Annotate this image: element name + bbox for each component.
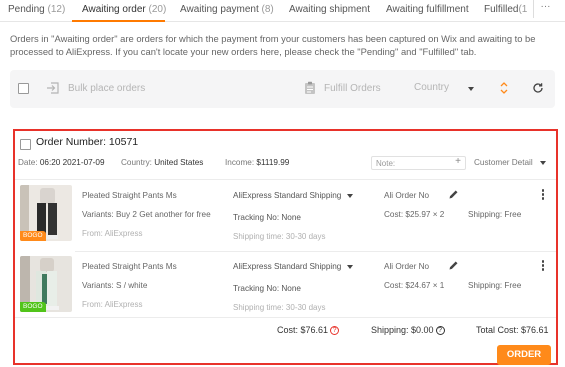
- bogo-badge: BOGO: [20, 302, 46, 312]
- item-cost: Cost: $24.67 × 1: [384, 281, 445, 290]
- sort-icon[interactable]: [500, 81, 508, 97]
- bulk-place-orders-button[interactable]: Bulk place orders: [68, 83, 145, 94]
- tabs-more-button[interactable]: ···: [533, 0, 557, 18]
- question-circle-icon[interactable]: ?: [330, 326, 340, 336]
- ali-order-number: Ali Order No: [384, 262, 430, 271]
- order-income: Income: $1119.99: [225, 158, 290, 167]
- tab-pending[interactable]: Pending (12): [8, 4, 65, 15]
- shipping-method-select[interactable]: AliExpress Standard Shipping: [233, 191, 354, 200]
- divider: [75, 251, 556, 252]
- customer-detail-dropdown[interactable]: Customer Detail: [474, 158, 546, 167]
- tab-fulfilled[interactable]: Fulfilled(1: [484, 4, 527, 15]
- info-description: Orders in "Awaiting order" are orders fo…: [10, 33, 536, 57]
- order-shipping-total: Shipping: $0.00?: [371, 325, 445, 336]
- tracking-number: Tracking No: None: [233, 284, 301, 293]
- clipboard-icon: [304, 81, 316, 98]
- tracking-number: Tracking No: None: [233, 213, 301, 222]
- more-vertical-icon[interactable]: [540, 189, 546, 202]
- product-name[interactable]: Pleated Straight Pants Ms: [82, 191, 177, 200]
- product-image: BOGO: [20, 185, 72, 241]
- chevron-down-icon: [347, 264, 354, 269]
- plus-icon[interactable]: +: [455, 156, 461, 167]
- tab-awaiting-shipment[interactable]: Awaiting shipment: [289, 4, 370, 15]
- item-shipping-fee: Shipping: Free: [468, 210, 522, 219]
- order-button[interactable]: ORDER: [497, 345, 551, 365]
- order-date: Date: 06:20 2021-07-09: [18, 158, 105, 167]
- order-number: Order Number: 10571: [36, 136, 139, 148]
- order-item: BOGO Pleated Straight Pants Ms Variants:…: [15, 185, 556, 253]
- order-checkbox[interactable]: [20, 139, 31, 150]
- country-select[interactable]: Country: [414, 82, 449, 93]
- tab-awaiting-fulfillment[interactable]: Awaiting fulfillment: [386, 4, 469, 15]
- product-variant: Variants: S / white: [82, 281, 148, 290]
- order-note-field[interactable]: Note: +: [371, 156, 466, 170]
- order-country: Country: United States: [121, 158, 204, 167]
- order-card: Order Number: 10571 Date: 06:20 2021-07-…: [13, 129, 558, 365]
- pencil-icon[interactable]: [448, 260, 459, 273]
- bulk-toolbar: Bulk place orders Fulfill Orders Country: [10, 70, 555, 108]
- tab-awaiting-order[interactable]: Awaiting order (20): [82, 4, 166, 15]
- pencil-icon[interactable]: [448, 189, 459, 202]
- divider: [15, 179, 556, 180]
- order-item: BOGO Pleated Straight Pants Ms Variants:…: [15, 256, 556, 324]
- order-cost-total: Cost: $76.61?: [277, 325, 340, 336]
- product-variant: Variants: Buy 2 Get another for free: [82, 210, 211, 219]
- item-shipping-fee: Shipping: Free: [468, 281, 522, 290]
- shipping-time: Shipping time: 30-30 days: [233, 303, 326, 312]
- chevron-down-icon: [347, 193, 354, 198]
- ali-order-number: Ali Order No: [384, 191, 430, 200]
- product-source: From: AliExpress: [82, 300, 143, 309]
- divider: [15, 317, 556, 318]
- dropdown-caret-icon: [468, 87, 474, 91]
- product-source: From: AliExpress: [82, 229, 143, 238]
- order-grand-total: Total Cost: $76.61: [476, 325, 549, 335]
- item-cost: Cost: $25.97 × 2: [384, 210, 445, 219]
- select-all-checkbox[interactable]: [18, 83, 29, 94]
- shipping-method-select[interactable]: AliExpress Standard Shipping: [233, 262, 354, 271]
- product-image: BOGO: [20, 256, 72, 312]
- chevron-down-icon: [539, 160, 546, 165]
- bogo-badge: BOGO: [20, 231, 46, 241]
- product-name[interactable]: Pleated Straight Pants Ms: [82, 262, 177, 271]
- shipping-time: Shipping time: 30-30 days: [233, 232, 326, 241]
- tab-awaiting-payment[interactable]: Awaiting payment (8): [180, 4, 274, 15]
- import-icon: [46, 81, 60, 98]
- help-circle-icon[interactable]: ?: [435, 326, 445, 336]
- fulfill-orders-button[interactable]: Fulfill Orders: [324, 83, 381, 94]
- refresh-icon[interactable]: [532, 82, 544, 96]
- order-status-tabs: Pending (12) Awaiting order (20) Awaitin…: [0, 0, 565, 22]
- more-vertical-icon[interactable]: [540, 260, 546, 273]
- active-tab-indicator: [72, 20, 165, 22]
